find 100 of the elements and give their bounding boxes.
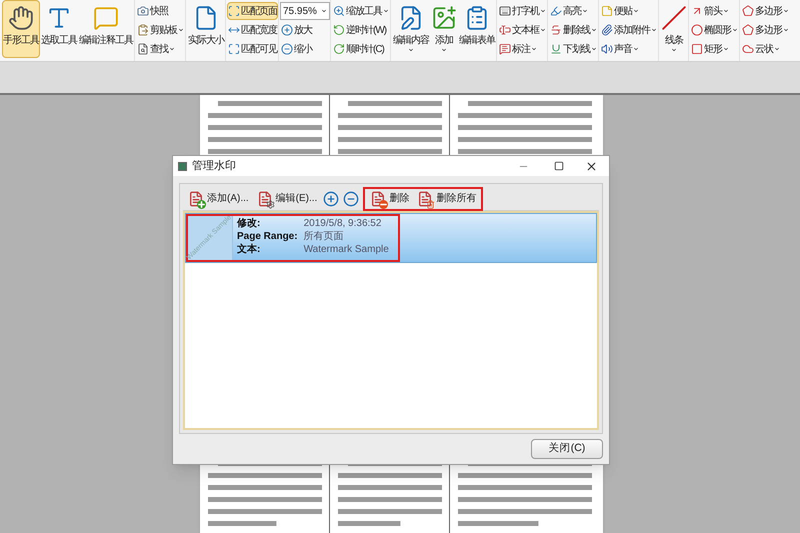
typewriter-icon: [499, 5, 511, 17]
tool-button[interactable]: 实际大小: [187, 0, 225, 58]
comment-icon: [93, 5, 119, 31]
tool-button[interactable]: 匹配宽度: [227, 21, 278, 39]
tool-button[interactable]: 矩形: [690, 40, 739, 58]
camera-icon: [137, 5, 149, 17]
paperclip-icon: [601, 24, 613, 36]
caret-icon: [774, 46, 780, 52]
tool-button[interactable]: 声音: [600, 40, 658, 58]
close-icon[interactable]: [585, 160, 598, 172]
tool-button[interactable]: 放大: [280, 21, 330, 39]
field-value: 所有页面: [304, 230, 345, 243]
delete-all-icon: [417, 190, 434, 206]
tool-button[interactable]: 多边形: [741, 2, 790, 20]
tool-button[interactable]: 匹配页面: [227, 2, 278, 20]
tool-button[interactable]: 编辑表单: [458, 0, 496, 58]
tool-button[interactable]: 匹配可见: [227, 40, 278, 58]
polygon-icon: [742, 24, 754, 36]
tool-button[interactable]: 添加附件: [600, 21, 658, 39]
rotate-left-icon: [333, 24, 345, 36]
line-icon: [661, 5, 687, 31]
tool-button[interactable]: 逆时针(W): [332, 21, 390, 39]
add-watermark-icon: [188, 190, 204, 206]
tool-button[interactable]: 选取工具: [40, 0, 78, 58]
toolbar-button[interactable]: 编辑(E)...: [254, 188, 320, 208]
field-value: Watermark Sample: [304, 243, 389, 256]
caret-icon: [540, 8, 546, 14]
caret-icon: [651, 27, 657, 33]
clipboard-icon: [137, 24, 149, 36]
fit-visible-icon: [228, 43, 240, 55]
tool-button[interactable]: 箭头: [690, 2, 739, 20]
tool-button[interactable]: 便贴: [600, 2, 658, 20]
zoom-in-icon[interactable]: [323, 190, 340, 206]
window-title: 管理水印: [192, 158, 237, 174]
caret-icon: [383, 8, 389, 14]
rectangle-icon: [691, 43, 703, 55]
tool-button[interactable]: 快照: [136, 2, 185, 20]
sticky-note-icon: [601, 5, 613, 17]
tool-button[interactable]: 打字机: [498, 2, 547, 20]
add-image-icon: [431, 5, 457, 31]
caret-icon: [723, 8, 729, 14]
caret-icon: [169, 46, 175, 52]
tool-button[interactable]: 编辑注释工具: [78, 0, 134, 58]
caret-icon: [783, 27, 789, 33]
delete-watermark-icon: [370, 190, 386, 206]
toolbar-button[interactable]: 删除: [368, 190, 412, 208]
toolbar-button[interactable]: 添加(A)...: [186, 188, 251, 208]
caret-icon: [178, 27, 184, 33]
tool-button[interactable]: 缩放工具: [332, 2, 390, 20]
caret-icon: [441, 47, 447, 53]
tool-button[interactable]: 多边形: [741, 21, 790, 39]
caret-icon: [633, 46, 639, 52]
caret-icon: [582, 8, 588, 14]
polygon-icon: [742, 5, 754, 17]
tool-button[interactable]: 顺时针(C): [332, 40, 390, 58]
caret-icon: [531, 46, 537, 52]
window-icon: [178, 162, 187, 170]
speaker-icon: [601, 43, 613, 55]
toolbar-button[interactable]: 删除所有: [415, 190, 478, 208]
maximize-icon[interactable]: [554, 161, 564, 171]
caret-icon: [321, 8, 327, 14]
tool-button[interactable]: 标注: [498, 40, 547, 58]
close-button[interactable]: 关闭(C): [531, 439, 603, 459]
caret-icon: [723, 46, 729, 52]
caret-icon: [540, 27, 546, 33]
tool-button[interactable]: 剪贴板: [136, 21, 185, 39]
tool-button[interactable]: 下划线: [549, 40, 598, 58]
field-label: 文本:: [237, 243, 262, 256]
zoom-field[interactable]: 75.95%: [280, 2, 330, 20]
tool-button[interactable]: 添加: [430, 0, 458, 58]
edit-watermark-icon: [256, 190, 273, 206]
tool-button[interactable]: 云状: [741, 40, 790, 58]
field-label: 修改:: [237, 217, 262, 230]
cloud-icon: [742, 43, 754, 55]
zoom-out-icon: [281, 43, 293, 55]
caret-icon: [783, 8, 789, 14]
tool-button[interactable]: 手形工具: [2, 0, 40, 58]
highlight-icon: [550, 5, 562, 17]
caret-icon: [591, 46, 597, 52]
ellipse-icon: [691, 24, 703, 36]
tool-button[interactable]: 缩小: [280, 40, 330, 58]
zoom-in-icon: [281, 24, 293, 36]
hand-icon: [8, 5, 34, 31]
tool-button[interactable]: 删除线: [549, 21, 598, 39]
strikethrough-icon: [550, 24, 562, 36]
text-box-icon: [499, 24, 511, 36]
search-icon: [137, 43, 149, 55]
tool-button[interactable]: 编辑内容: [392, 0, 430, 58]
caret-icon: [408, 47, 414, 53]
fit-page-icon: [228, 5, 240, 17]
tool-button[interactable]: 线条: [660, 0, 688, 58]
caret-icon: [633, 8, 639, 14]
zoom-out-icon[interactable]: [343, 190, 360, 206]
tool-button[interactable]: 椭圆形: [690, 21, 739, 39]
field-value: 2019/5/8, 9:36:52: [304, 217, 382, 230]
underline-icon: [550, 43, 562, 55]
tool-button[interactable]: 查找: [136, 40, 185, 58]
magnifier-icon: [333, 5, 345, 17]
tool-button[interactable]: 文本框: [498, 21, 547, 39]
tool-button[interactable]: 高亮: [549, 2, 598, 20]
